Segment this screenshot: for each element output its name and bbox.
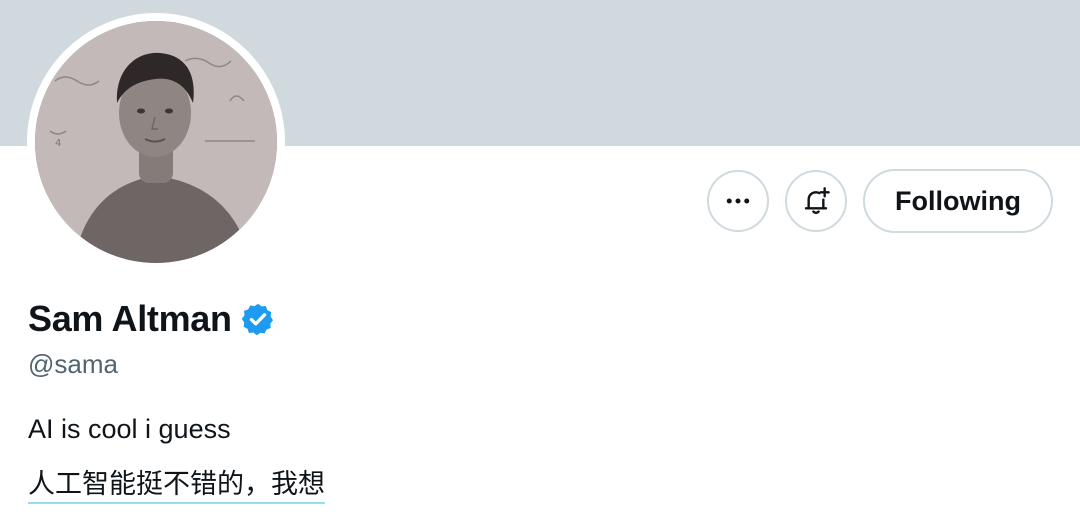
avatar-photo: 4 bbox=[35, 21, 277, 263]
avatar[interactable]: 4 bbox=[35, 21, 277, 263]
bell-plus-icon bbox=[804, 187, 830, 215]
profile-handle: @sama bbox=[28, 349, 118, 379]
avatar-ring: 4 bbox=[27, 13, 285, 271]
bio-text: AI is cool i guess bbox=[28, 414, 231, 444]
profile-header: 4 Following Sam Altman @sama AI is cool … bbox=[0, 0, 1080, 518]
svg-text:4: 4 bbox=[55, 138, 61, 149]
profile-actions: Following bbox=[707, 168, 1053, 234]
more-button[interactable] bbox=[707, 170, 770, 232]
display-name: Sam Altman bbox=[28, 298, 232, 339]
more-horizontal-icon bbox=[726, 198, 750, 204]
name-row: Sam Altman bbox=[28, 298, 276, 340]
notifications-button[interactable] bbox=[785, 170, 848, 232]
following-button[interactable]: Following bbox=[863, 169, 1053, 233]
verified-badge-icon[interactable] bbox=[240, 301, 276, 337]
bio-translation-link[interactable]: 人工智能挺不错的，我想 bbox=[28, 462, 325, 504]
